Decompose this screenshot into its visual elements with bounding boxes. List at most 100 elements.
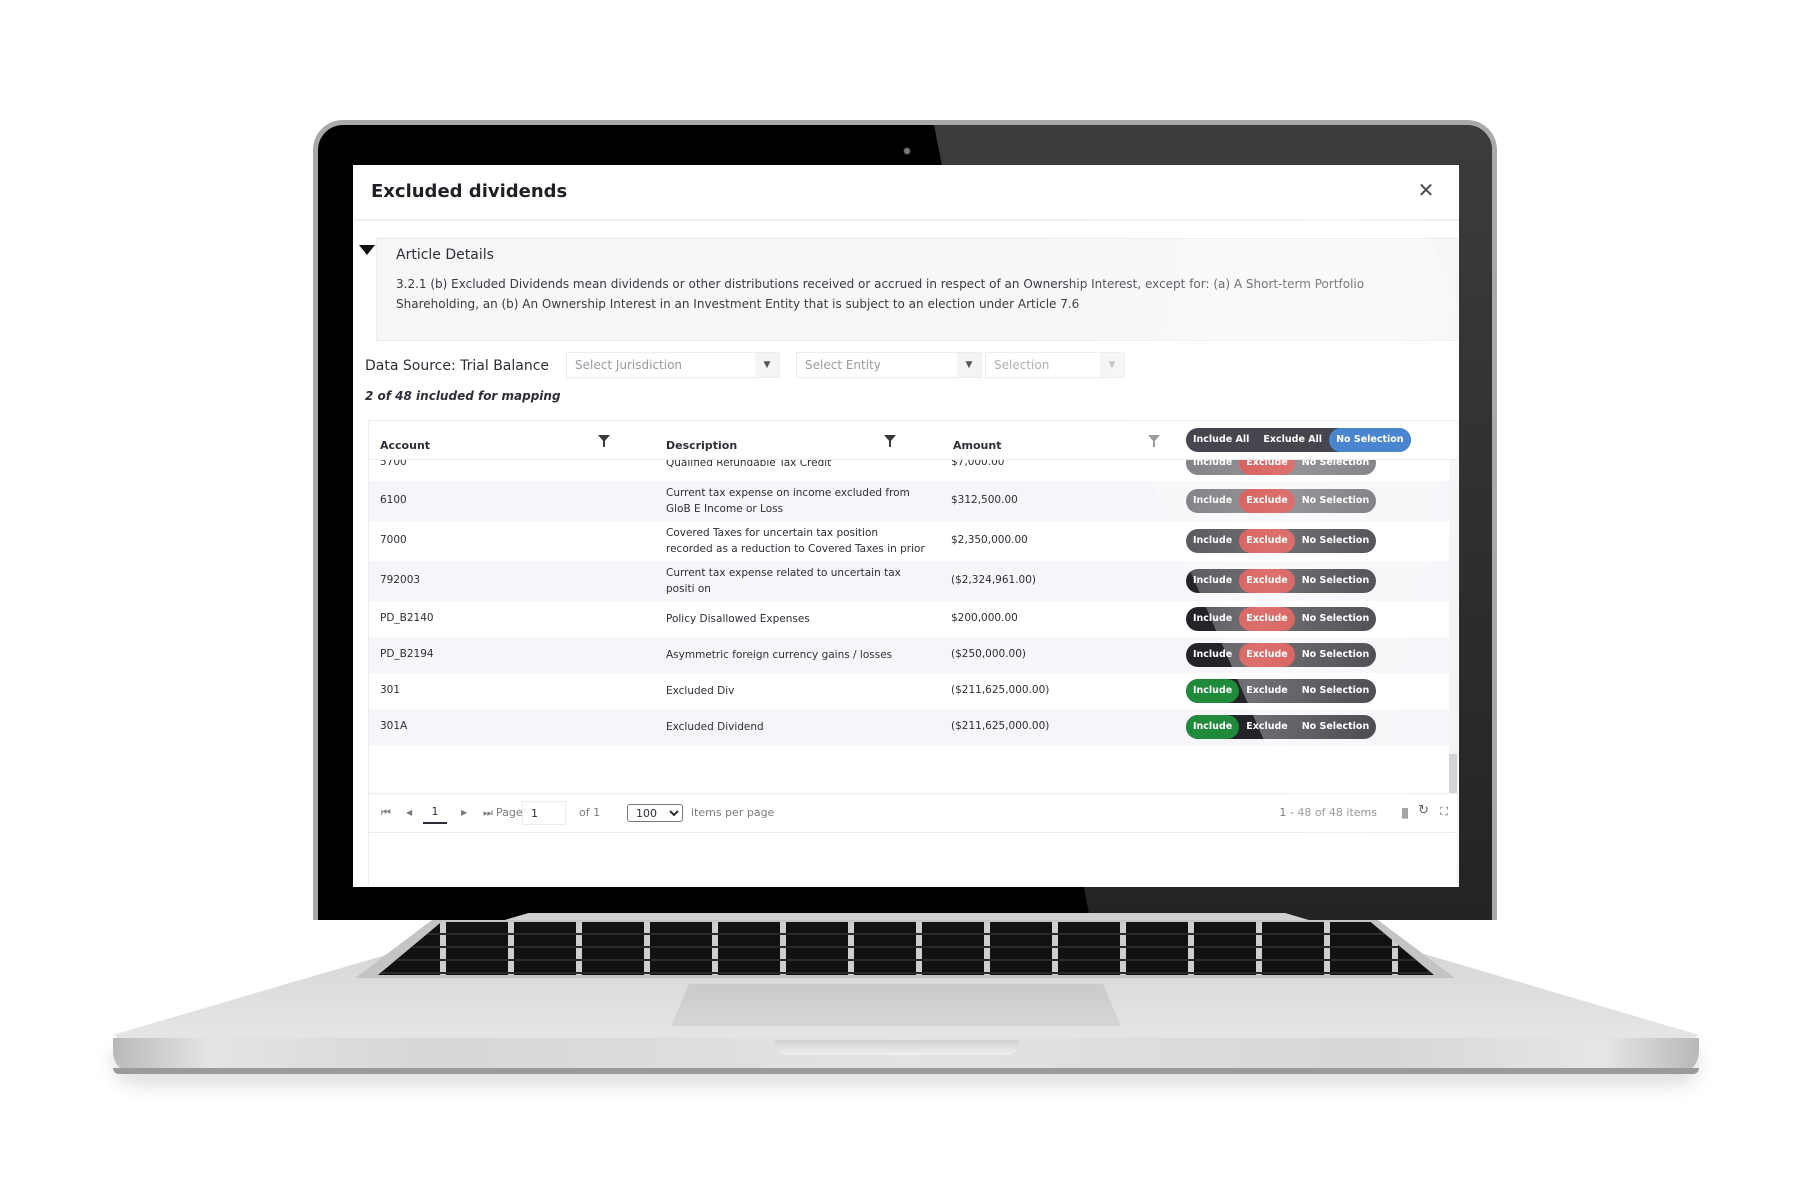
include-exclude-toggle: Include Exclude No Selection bbox=[1186, 529, 1377, 553]
pager: ⏮ ◀ 1 ▶ ⏭ Page of 1 100 items per page 1… bbox=[368, 793, 1458, 833]
include-exclude-toggle: Include Exclude No Selection bbox=[1186, 643, 1377, 667]
bulk-selection-toggle: Include All Exclude All No Selection bbox=[1186, 428, 1411, 452]
amount-cell: $2,350,000.00 bbox=[951, 534, 1028, 546]
exclude-button[interactable]: Exclude bbox=[1239, 529, 1295, 553]
page-count: of 1 bbox=[579, 806, 601, 819]
selection-placeholder: Selection bbox=[994, 358, 1050, 372]
table-row: 6100 Current tax expense on income exclud… bbox=[369, 481, 1449, 521]
exclude-all-button[interactable]: Exclude All bbox=[1256, 428, 1329, 452]
chevron-down-icon: ▼ bbox=[957, 353, 981, 377]
include-button[interactable]: Include bbox=[1186, 489, 1239, 513]
entity-placeholder: Select Entity bbox=[805, 358, 881, 372]
jurisdiction-select[interactable]: Select Jurisdiction ▼ bbox=[566, 352, 780, 378]
account-cell: 301A bbox=[380, 720, 408, 732]
page-number-current[interactable]: 1 bbox=[423, 805, 447, 824]
chevron-down-icon: ▼ bbox=[755, 353, 779, 377]
exclude-button[interactable]: Exclude bbox=[1239, 643, 1295, 667]
exclude-button[interactable]: Exclude bbox=[1239, 459, 1295, 475]
refresh-icon[interactable]: ↻ bbox=[1418, 803, 1429, 818]
amount-cell: $312,500.00 bbox=[951, 494, 1018, 506]
account-cell: 6100 bbox=[380, 494, 407, 506]
include-button[interactable]: Include bbox=[1186, 715, 1240, 739]
include-button[interactable]: Include bbox=[1186, 679, 1240, 703]
exclude-button[interactable]: Exclude bbox=[1239, 489, 1295, 513]
no-selection-button[interactable]: No Selection bbox=[1295, 607, 1377, 631]
include-button[interactable]: Include bbox=[1186, 607, 1239, 631]
no-selection-button[interactable]: No Selection bbox=[1295, 679, 1377, 703]
column-header-amount[interactable]: Amount bbox=[953, 439, 1001, 452]
amount-cell: ($250,000.00) bbox=[951, 648, 1026, 660]
filter-icon[interactable] bbox=[884, 435, 896, 447]
table-row: PD_B2194 Asymmetric foreign currency gain… bbox=[369, 637, 1449, 673]
article-details-title: Article Details bbox=[396, 247, 494, 263]
table-row: 301A Excluded Dividend ($211,625,000.00) In… bbox=[369, 709, 1449, 745]
description-cell: Current tax expense on income excluded f… bbox=[666, 487, 910, 515]
include-button[interactable]: Include bbox=[1186, 529, 1239, 553]
no-selection-button[interactable]: No Selection bbox=[1295, 569, 1377, 593]
include-button[interactable]: Include bbox=[1186, 459, 1239, 475]
description-cell: Excluded Div bbox=[666, 685, 735, 697]
include-exclude-toggle: Include Exclude No Selection bbox=[1186, 715, 1377, 739]
account-cell: 5700 bbox=[380, 459, 407, 468]
table-row: 7000 Covered Taxes for uncertain tax posi… bbox=[369, 521, 1449, 571]
items-per-page-label: items per page bbox=[691, 806, 775, 819]
no-selection-button[interactable]: No Selection bbox=[1295, 643, 1377, 667]
table-row: PD_B2140 Policy Disallowed Expenses $200,0… bbox=[369, 601, 1449, 637]
lid-notch bbox=[775, 1040, 1019, 1055]
entity-select[interactable]: Select Entity ▼ bbox=[796, 352, 982, 378]
exclude-button[interactable]: Exclude bbox=[1239, 679, 1295, 703]
columns-icon[interactable]: ||| bbox=[1401, 806, 1409, 819]
first-page-icon[interactable]: ⏮ bbox=[381, 806, 391, 820]
grid-body: 5700 Qualified Refundable Tax Credit $7,00… bbox=[369, 459, 1449, 804]
description-cell: Policy Disallowed Expenses bbox=[666, 613, 810, 625]
table-row: 5700 Qualified Refundable Tax Credit $7,00… bbox=[369, 459, 1449, 481]
last-page-icon[interactable]: ⏭ bbox=[483, 806, 493, 820]
include-all-button[interactable]: Include All bbox=[1186, 428, 1256, 452]
next-page-icon[interactable]: ▶ bbox=[461, 808, 467, 817]
column-header-account[interactable]: Account bbox=[380, 439, 430, 452]
account-cell: 7000 bbox=[380, 534, 407, 546]
grid-scrollbar[interactable] bbox=[1449, 459, 1457, 804]
previous-page-icon[interactable]: ◀ bbox=[406, 808, 412, 817]
close-icon: ✕ bbox=[1417, 178, 1435, 202]
clear-filter-icon[interactable]: ⛶ bbox=[1440, 805, 1448, 819]
filter-icon[interactable] bbox=[1148, 435, 1160, 447]
table-row: 301 Excluded Div ($211,625,000.00) Include E… bbox=[369, 673, 1449, 709]
no-selection-button[interactable]: No Selection bbox=[1295, 715, 1377, 739]
filter-icon[interactable] bbox=[598, 435, 610, 447]
exclude-button[interactable]: Exclude bbox=[1239, 569, 1295, 593]
amount-cell: $7,000.00 bbox=[951, 459, 1005, 468]
page-input[interactable] bbox=[522, 801, 566, 825]
selection-select[interactable]: Selection ▼ bbox=[985, 352, 1125, 378]
items-per-page-select[interactable]: 100 bbox=[627, 804, 683, 822]
close-button[interactable]: ✕ bbox=[1415, 179, 1437, 201]
description-cell: Asymmetric foreign currency gains / loss… bbox=[666, 649, 893, 661]
modal-title: Excluded dividends bbox=[371, 181, 568, 202]
account-cell: PD_B2194 bbox=[380, 648, 434, 660]
article-details-text: 3.2.1 (b) Excluded Dividends mean divide… bbox=[396, 277, 1365, 311]
collapse-caret-icon[interactable] bbox=[359, 245, 375, 255]
column-header-description[interactable]: Description bbox=[666, 439, 737, 452]
account-cell: PD_B2140 bbox=[380, 612, 434, 624]
include-exclude-toggle: Include Exclude No Selection bbox=[1186, 679, 1377, 703]
amount-cell: ($2,324,961.00) bbox=[951, 574, 1037, 586]
description-cell: Current tax expense related to uncertain… bbox=[666, 567, 901, 595]
no-selection-button[interactable]: No Selection bbox=[1295, 529, 1377, 553]
chevron-down-icon: ▼ bbox=[1100, 353, 1124, 377]
amount-cell: ($211,625,000.00) bbox=[951, 684, 1050, 696]
no-selection-all-button[interactable]: No Selection bbox=[1329, 428, 1411, 452]
include-exclude-toggle: Include Exclude No Selection bbox=[1186, 459, 1377, 475]
exclude-button[interactable]: Exclude bbox=[1239, 607, 1295, 631]
include-exclude-toggle: Include Exclude No Selection bbox=[1186, 607, 1377, 631]
include-button[interactable]: Include bbox=[1186, 569, 1239, 593]
no-selection-button[interactable]: No Selection bbox=[1295, 459, 1377, 475]
description-cell: Qualified Refundable Tax Credit bbox=[666, 459, 832, 469]
include-button[interactable]: Include bbox=[1186, 643, 1239, 667]
exclude-button[interactable]: Exclude bbox=[1239, 715, 1295, 739]
page-label: Page bbox=[496, 806, 523, 819]
item-range: 1 - 48 of 48 items bbox=[1279, 806, 1377, 819]
include-exclude-toggle: Include Exclude No Selection bbox=[1186, 489, 1377, 513]
amount-cell: ($211,625,000.00) bbox=[951, 720, 1050, 732]
article-details-panel: Article Details 3.2.1 (b) Excluded Divid… bbox=[376, 238, 1458, 341]
no-selection-button[interactable]: No Selection bbox=[1295, 489, 1377, 513]
